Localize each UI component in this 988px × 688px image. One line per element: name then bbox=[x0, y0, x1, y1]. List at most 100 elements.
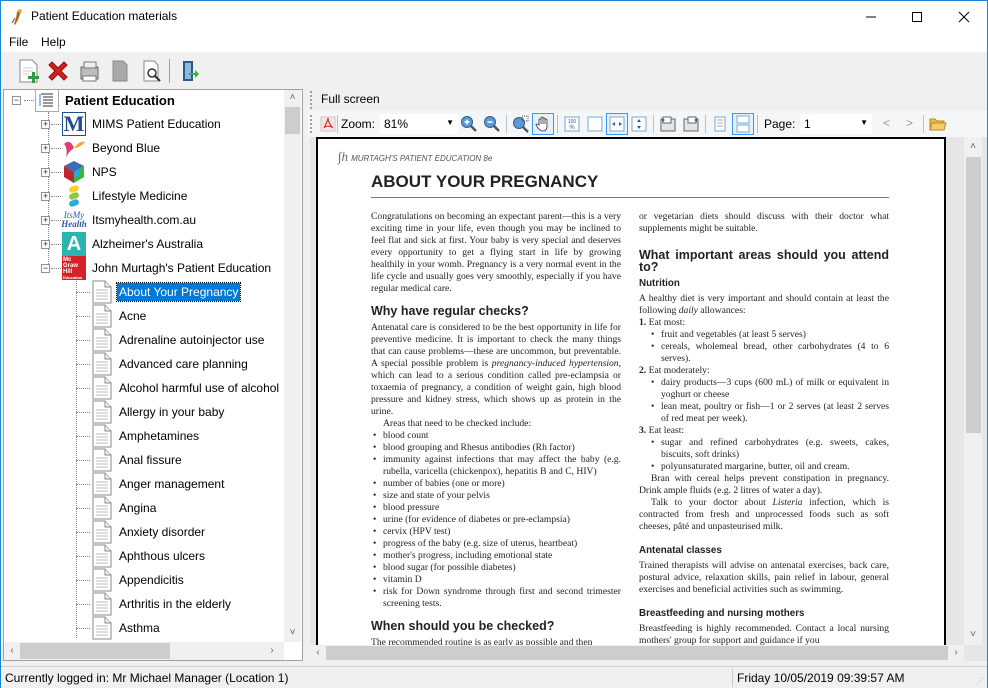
fullscreen-button[interactable]: Full screen bbox=[321, 92, 380, 106]
expand-toggle[interactable]: + bbox=[41, 119, 50, 129]
eat-moderately-list: dairy products—3 cups (600 mL) of milk o… bbox=[639, 377, 889, 425]
scroll-up-arrow[interactable]: ˄ bbox=[284, 92, 301, 103]
zoom-out-button[interactable] bbox=[481, 113, 503, 135]
tree-document-item[interactable]: Adrenaline autoinjector use bbox=[76, 328, 266, 352]
fit-height-button[interactable] bbox=[628, 113, 650, 135]
tree-connector bbox=[76, 387, 90, 389]
print-button[interactable] bbox=[75, 57, 103, 85]
pdf-button[interactable] bbox=[317, 113, 339, 135]
tree-document-item[interactable]: Appendicitis bbox=[76, 568, 186, 592]
delete-button[interactable] bbox=[44, 57, 72, 85]
tree-node-murtagh[interactable]: − Mc Graw Hill Education John Murtagh's Pat… bbox=[41, 256, 273, 280]
scroll-thumb[interactable] bbox=[966, 157, 981, 433]
zoom-select[interactable]: 81% ▼ bbox=[380, 114, 458, 134]
page-header: ∫h MURTAGH'S PATIENT EDUCATION 8e bbox=[338, 149, 493, 164]
resize-grip[interactable]: ⋰ bbox=[976, 677, 984, 686]
scroll-up-arrow[interactable]: ˄ bbox=[964, 141, 982, 152]
zoom-out-icon bbox=[484, 116, 500, 132]
tree-node-nps[interactable]: + NPS bbox=[41, 160, 119, 184]
scroll-right-arrow[interactable]: › bbox=[950, 647, 962, 658]
tree-document-item[interactable]: Amphetamines bbox=[76, 424, 201, 448]
open-file-button[interactable] bbox=[927, 113, 949, 135]
expand-toggle[interactable]: + bbox=[41, 191, 50, 201]
tree-document-item[interactable]: Anger management bbox=[76, 472, 226, 496]
list-item: blood count bbox=[371, 430, 621, 442]
scroll-left-arrow[interactable]: ‹ bbox=[312, 647, 324, 658]
scroll-thumb[interactable] bbox=[285, 107, 300, 134]
scroll-thumb[interactable] bbox=[326, 646, 948, 660]
red-x-icon bbox=[48, 61, 68, 81]
page-label: Page: bbox=[764, 117, 796, 131]
tree-root-label: Patient Education bbox=[65, 92, 175, 108]
tree-root[interactable]: − Patient Education bbox=[12, 90, 177, 112]
rotate-right-button[interactable] bbox=[680, 113, 702, 135]
tree-horizontal-scrollbar[interactable]: ‹ › bbox=[4, 642, 284, 660]
tree-node-mims[interactable]: + M MIMS Patient Education bbox=[41, 111, 223, 136]
viewer-vertical-scrollbar[interactable]: ˄ ˅ bbox=[964, 137, 982, 645]
toolbar-grip[interactable] bbox=[310, 115, 313, 133]
preview-button[interactable] bbox=[138, 57, 166, 85]
rotate-left-button[interactable] bbox=[657, 113, 679, 135]
page-button[interactable] bbox=[106, 57, 134, 85]
scroll-right-arrow[interactable]: › bbox=[266, 645, 278, 656]
app-bird-icon bbox=[9, 8, 25, 26]
actual-size-icon: 100% bbox=[564, 116, 580, 132]
scroll-thumb[interactable] bbox=[20, 643, 170, 659]
tree-node-alzheimers[interactable]: + A Alzheimer's Australia bbox=[41, 232, 205, 256]
viewer-horizontal-scrollbar[interactable]: ‹ › bbox=[310, 645, 964, 661]
toolbar-grip[interactable] bbox=[310, 91, 313, 109]
new-document-button[interactable] bbox=[15, 57, 43, 85]
tree-connector bbox=[51, 171, 61, 173]
tree-document-item[interactable]: Anxiety disorder bbox=[76, 520, 207, 544]
next-page-button[interactable]: > bbox=[906, 116, 913, 130]
maximize-button[interactable] bbox=[894, 1, 940, 32]
page-select[interactable]: 1 ▼ bbox=[800, 114, 872, 134]
hand-tool-button[interactable] bbox=[532, 113, 554, 135]
continuous-page-button[interactable] bbox=[732, 113, 754, 135]
collapse-toggle[interactable]: − bbox=[41, 263, 50, 273]
fit-page-button[interactable] bbox=[584, 113, 606, 135]
scroll-down-arrow[interactable]: ˅ bbox=[964, 629, 982, 640]
scroll-down-arrow[interactable]: ˅ bbox=[284, 627, 301, 638]
exit-button[interactable] bbox=[175, 57, 203, 85]
previous-page-button[interactable]: < bbox=[883, 116, 890, 130]
tree-document-item[interactable]: Aphthous ulcers bbox=[76, 544, 207, 568]
tree-document-item[interactable]: Allergy in your baby bbox=[76, 400, 226, 424]
minimize-button[interactable] bbox=[848, 1, 894, 32]
menu-file[interactable]: File bbox=[9, 35, 28, 49]
expand-toggle[interactable]: + bbox=[41, 215, 50, 225]
tree-document-item[interactable]: Advanced care planning bbox=[76, 352, 250, 376]
list-item: lean meat, poultry or fish—1 or 2 serves… bbox=[639, 401, 889, 425]
marquee-zoom-button[interactable] bbox=[510, 113, 532, 135]
tree-document-item[interactable]: Angina bbox=[76, 496, 158, 520]
tree-document-item[interactable]: Alcohol harmful use of alcohol bbox=[76, 376, 281, 400]
zoom-in-button[interactable] bbox=[458, 113, 480, 135]
tree-node-itsmyhealth[interactable]: + ItsMy Health Itsmyhealth.com.au bbox=[41, 208, 198, 232]
continued-paragraph: or vegetarian diets should discuss with … bbox=[639, 211, 889, 234]
single-page-button[interactable] bbox=[709, 113, 731, 135]
expand-toggle[interactable]: + bbox=[41, 239, 50, 249]
tree-node-beyond-blue[interactable]: + Beyond Blue bbox=[41, 136, 162, 160]
menu-help[interactable]: Help bbox=[41, 35, 66, 49]
fit-width-button[interactable] bbox=[606, 113, 628, 135]
maximize-icon bbox=[912, 11, 922, 22]
pdf-page-area[interactable]: ∫h MURTAGH'S PATIENT EDUCATION 8e ABOUT Y… bbox=[310, 137, 987, 661]
heading-breastfeeding: Breastfeeding and nursing mothers bbox=[639, 608, 805, 619]
tree-document-item[interactable]: About Your Pregnancy bbox=[76, 280, 242, 304]
tree-document-item[interactable]: Asthma bbox=[76, 616, 162, 640]
tree-node-lifestyle[interactable]: + Lifestyle Medicine bbox=[41, 184, 189, 208]
tree-document-item[interactable]: Arthritis in the elderly bbox=[76, 592, 233, 616]
svg-text:%: % bbox=[569, 125, 575, 131]
education-tree[interactable]: − Patient Education + M MIMS Patient Edu… bbox=[3, 89, 303, 661]
expand-toggle[interactable]: + bbox=[41, 167, 50, 177]
tree-vertical-scrollbar[interactable]: ˄ ˅ bbox=[284, 90, 301, 642]
tree-document-item[interactable]: Acne bbox=[76, 304, 148, 328]
close-button[interactable] bbox=[941, 1, 987, 32]
tree-document-item[interactable]: Anal fissure bbox=[76, 448, 184, 472]
actual-size-button[interactable]: 100% bbox=[561, 113, 583, 135]
tree-connector bbox=[76, 339, 90, 341]
expand-toggle[interactable]: + bbox=[41, 143, 50, 153]
scroll-left-arrow[interactable]: ‹ bbox=[6, 645, 18, 656]
page-icon bbox=[112, 60, 128, 82]
collapse-toggle[interactable]: − bbox=[12, 95, 21, 105]
